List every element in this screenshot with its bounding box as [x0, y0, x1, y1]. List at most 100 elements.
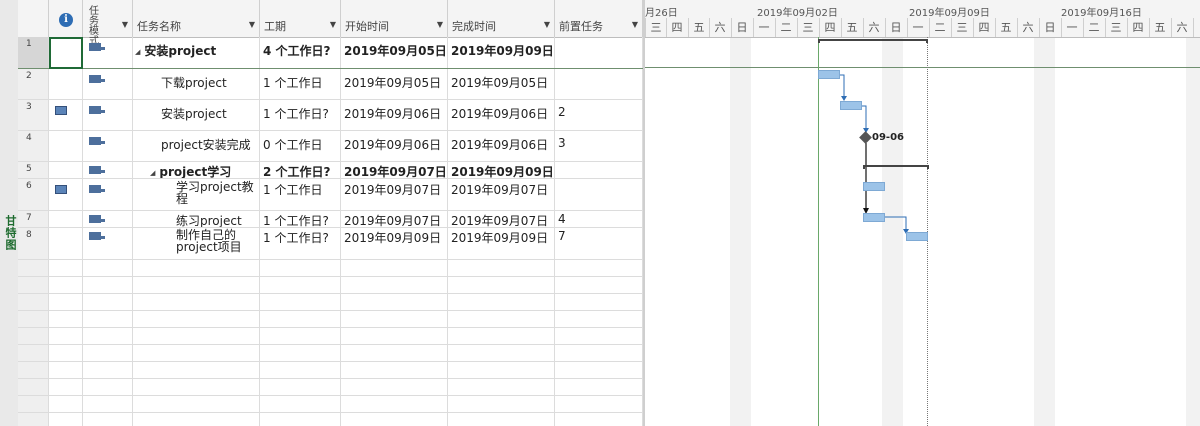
- duration-cell[interactable]: 2 个工作日?: [260, 162, 341, 178]
- empty-cell[interactable]: [83, 311, 133, 327]
- duration-cell[interactable]: 1 个工作日?: [260, 228, 341, 259]
- empty-cell[interactable]: [133, 362, 260, 378]
- empty-row[interactable]: [18, 396, 643, 413]
- empty-cell[interactable]: [133, 379, 260, 395]
- empty-cell[interactable]: [448, 362, 555, 378]
- empty-cell[interactable]: [341, 277, 448, 293]
- row-number[interactable]: [18, 379, 49, 395]
- start-cell[interactable]: 2019年09月07日: [341, 211, 448, 227]
- empty-cell[interactable]: [260, 277, 341, 293]
- empty-cell[interactable]: [133, 413, 260, 426]
- empty-row[interactable]: [18, 413, 643, 426]
- empty-cell[interactable]: [448, 311, 555, 327]
- empty-cell[interactable]: [49, 413, 83, 426]
- task-bar[interactable]: [840, 101, 862, 110]
- empty-row[interactable]: [18, 311, 643, 328]
- empty-cell[interactable]: [341, 260, 448, 276]
- indicator-cell[interactable]: [49, 179, 83, 210]
- task-mode-cell[interactable]: [83, 228, 133, 259]
- dropdown-arrow-icon[interactable]: ▼: [249, 20, 255, 29]
- start-cell[interactable]: 2019年09月05日: [341, 69, 448, 99]
- empty-cell[interactable]: [260, 311, 341, 327]
- task-mode-cell[interactable]: [83, 37, 133, 68]
- empty-cell[interactable]: [555, 345, 643, 361]
- empty-cell[interactable]: [341, 362, 448, 378]
- column-header-task-mode[interactable]: 任务模式 ▼: [83, 0, 133, 47]
- empty-cell[interactable]: [260, 294, 341, 310]
- empty-cell[interactable]: [555, 396, 643, 412]
- empty-cell[interactable]: [341, 328, 448, 344]
- finish-cell[interactable]: 2019年09月09日: [448, 37, 555, 68]
- empty-cell[interactable]: [49, 328, 83, 344]
- empty-cell[interactable]: [260, 345, 341, 361]
- empty-cell[interactable]: [133, 294, 260, 310]
- column-header-task-name[interactable]: 任务名称 ▼: [133, 0, 260, 37]
- empty-cell[interactable]: [448, 379, 555, 395]
- predecessors-cell[interactable]: 2: [555, 100, 643, 130]
- row-number[interactable]: 3: [18, 100, 49, 130]
- start-cell[interactable]: 2019年09月07日: [341, 162, 448, 178]
- row-number[interactable]: [18, 328, 49, 344]
- empty-cell[interactable]: [555, 413, 643, 426]
- empty-cell[interactable]: [260, 396, 341, 412]
- predecessors-cell[interactable]: 4: [555, 211, 643, 227]
- empty-cell[interactable]: [49, 294, 83, 310]
- indicator-cell[interactable]: [49, 100, 83, 130]
- task-mode-cell[interactable]: [83, 179, 133, 210]
- empty-cell[interactable]: [260, 362, 341, 378]
- indicator-cell[interactable]: [49, 228, 83, 259]
- column-header-indicators[interactable]: i: [49, 0, 83, 37]
- empty-cell[interactable]: [133, 260, 260, 276]
- empty-cell[interactable]: [49, 379, 83, 395]
- finish-cell[interactable]: 2019年09月07日: [448, 211, 555, 227]
- column-header-finish[interactable]: 完成时间 ▼: [448, 0, 555, 37]
- empty-cell[interactable]: [133, 345, 260, 361]
- column-header-start[interactable]: 开始时间 ▼: [341, 0, 448, 37]
- gantt-chart[interactable]: 月26日 2019年09月02日 2019年09月09日 2019年09月16日…: [645, 0, 1200, 426]
- empty-cell[interactable]: [448, 345, 555, 361]
- dropdown-arrow-icon[interactable]: ▼: [122, 20, 128, 29]
- predecessors-cell[interactable]: [555, 69, 643, 99]
- finish-cell[interactable]: 2019年09月06日: [448, 131, 555, 161]
- empty-cell[interactable]: [49, 362, 83, 378]
- empty-cell[interactable]: [555, 260, 643, 276]
- collapse-triangle-icon[interactable]: ◢: [135, 48, 140, 56]
- indicator-cell[interactable]: [49, 162, 83, 178]
- empty-cell[interactable]: [260, 379, 341, 395]
- empty-cell[interactable]: [260, 413, 341, 426]
- row-number[interactable]: 4: [18, 131, 49, 161]
- empty-cell[interactable]: [555, 379, 643, 395]
- dropdown-arrow-icon[interactable]: ▼: [544, 20, 550, 29]
- row-number[interactable]: [18, 396, 49, 412]
- duration-cell[interactable]: 0 个工作日: [260, 131, 341, 161]
- empty-cell[interactable]: [555, 362, 643, 378]
- empty-cell[interactable]: [448, 396, 555, 412]
- empty-cell[interactable]: [448, 294, 555, 310]
- empty-row[interactable]: [18, 277, 643, 294]
- table-row[interactable]: 7 练习project 1 个工作日? 2019年09月07日 2019年09月…: [18, 211, 643, 228]
- empty-cell[interactable]: [260, 328, 341, 344]
- empty-cell[interactable]: [448, 277, 555, 293]
- task-mode-cell[interactable]: [83, 162, 133, 178]
- empty-cell[interactable]: [555, 277, 643, 293]
- empty-cell[interactable]: [260, 260, 341, 276]
- empty-cell[interactable]: [341, 311, 448, 327]
- table-row[interactable]: 6 学习project教程 1 个工作日 2019年09月07日 2019年09…: [18, 179, 643, 211]
- empty-cell[interactable]: [83, 379, 133, 395]
- indicator-cell[interactable]: [49, 69, 83, 99]
- predecessors-cell[interactable]: [555, 37, 643, 68]
- task-mode-cell[interactable]: [83, 100, 133, 130]
- empty-cell[interactable]: [133, 328, 260, 344]
- empty-cell[interactable]: [83, 396, 133, 412]
- table-row[interactable]: 8 制作自己的project项目 1 个工作日? 2019年09月09日 201…: [18, 228, 643, 260]
- indicator-cell[interactable]: [49, 131, 83, 161]
- task-name-cell[interactable]: project安装完成: [133, 131, 260, 161]
- row-number[interactable]: [18, 277, 49, 293]
- row-number[interactable]: 8: [18, 228, 49, 259]
- empty-row[interactable]: [18, 379, 643, 396]
- row-number[interactable]: 6: [18, 179, 49, 210]
- row-number[interactable]: [18, 311, 49, 327]
- row-number[interactable]: [18, 345, 49, 361]
- task-bar[interactable]: [906, 232, 928, 241]
- finish-cell[interactable]: 2019年09月09日: [448, 228, 555, 259]
